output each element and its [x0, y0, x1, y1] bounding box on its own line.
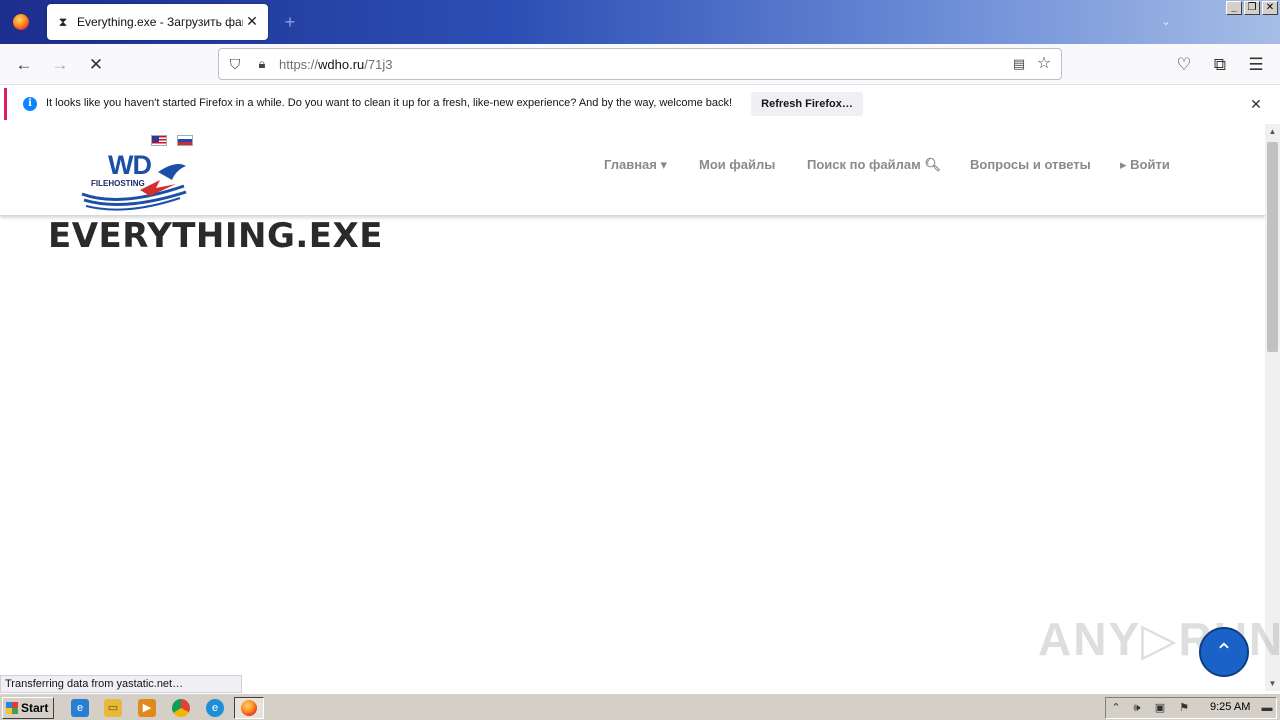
new-tab-icon[interactable]: +	[280, 12, 300, 32]
navigation-toolbar: ← → ✕ ⛉ 🔒︎ https://wdho.ru/71j3 ▤ ☆ ♡ ⧉ …	[0, 44, 1280, 85]
info-icon: i	[23, 97, 37, 111]
tracking-protection-shield-icon[interactable]: ⛉	[227, 56, 243, 72]
extensions-puzzle-icon[interactable]: ⧉	[1209, 54, 1231, 76]
menu-item-file-search[interactable]: Поиск по файлам 🔍︎	[807, 157, 941, 173]
refresh-firefox-button[interactable]: Refresh Firefox…	[751, 92, 863, 116]
list-all-tabs-icon[interactable]: ⌄	[1158, 13, 1174, 29]
pocket-icon[interactable]: ♡	[1173, 54, 1195, 76]
media-player-icon[interactable]: ▶	[138, 699, 156, 717]
logo-main-text: WD	[108, 150, 152, 180]
reader-view-icon[interactable]: ▤	[1011, 56, 1027, 72]
show-desktop-icon[interactable]: ▬	[1260, 701, 1274, 715]
tab-title: Everything.exe - Загрузить файл	[77, 15, 243, 29]
scroll-up-arrow-icon[interactable]: ▲	[1265, 124, 1280, 139]
refresh-firefox-notification: i It looks like you haven't started Fire…	[4, 88, 1276, 120]
restore-button[interactable]: ❐	[1244, 1, 1260, 15]
firefox-icon	[13, 14, 29, 30]
menu-item-home[interactable]: Главная ▾	[604, 157, 667, 173]
language-flags	[151, 135, 193, 146]
stop-loading-icon[interactable]: ✕	[85, 54, 107, 76]
taskbar-clock[interactable]: 9:25 AM	[1210, 701, 1250, 713]
back-to-top-button[interactable]: ⌃	[1199, 627, 1249, 677]
scroll-down-arrow-icon[interactable]: ▼	[1265, 676, 1280, 691]
browser-tab-active[interactable]: ⧗ Everything.exe - Загрузить файл ✕	[47, 4, 268, 40]
file-explorer-icon[interactable]: ▭	[104, 699, 122, 717]
firefox-menu-button[interactable]	[0, 0, 42, 44]
lock-icon[interactable]: 🔒︎	[255, 56, 269, 72]
url-text[interactable]: https://wdho.ru/71j3	[279, 57, 392, 72]
system-tray: ⌃ 🕪︎ ▣ ⚑ 9:25 AM ▬	[1105, 697, 1277, 719]
minimize-button[interactable]: _	[1226, 1, 1242, 15]
browser-titlebar: ⧗ Everything.exe - Загрузить файл ✕ + ⌄ …	[0, 0, 1280, 44]
back-arrow-icon[interactable]: ←	[13, 54, 35, 76]
internet-explorer-icon[interactable]: e	[71, 699, 89, 717]
network-icon[interactable]: ▣	[1153, 701, 1167, 715]
page-title: EVERYTHING.EXE	[48, 216, 383, 256]
loading-hourglass-icon: ⧗	[58, 15, 68, 29]
windows-taskbar: Start e ▭ ▶ e ⌃ 🕪︎ ▣ ⚑ 9:25 AM ▬	[0, 693, 1280, 720]
logo-sub-text: FILEHOSTING	[91, 179, 145, 188]
firefox-taskbar-icon	[241, 700, 257, 716]
window-controls: _ ❐ ✕	[1226, 1, 1278, 15]
chevron-up-icon: ⌃	[1214, 639, 1234, 664]
menu-item-faq[interactable]: Вопросы и ответы	[970, 157, 1091, 172]
edge-icon[interactable]: e	[206, 699, 224, 717]
action-center-flag-icon[interactable]: ⚑	[1177, 701, 1191, 715]
notification-close-icon[interactable]: ✕	[1248, 96, 1264, 112]
scroll-thumb[interactable]	[1267, 142, 1278, 352]
start-button[interactable]: Start	[2, 697, 54, 719]
app-menu-hamburger-icon[interactable]: ☰	[1245, 54, 1267, 76]
start-label: Start	[21, 701, 49, 715]
volume-icon[interactable]: 🕪︎	[1130, 701, 1144, 715]
tab-close-icon[interactable]: ✕	[244, 13, 260, 29]
notification-message: It looks like you haven't started Firefo…	[46, 97, 733, 109]
russian-flag-icon[interactable]	[177, 135, 193, 146]
page-scrollbar[interactable]: ▲ ▼	[1265, 124, 1280, 691]
address-bar[interactable]: ⛉ 🔒︎ https://wdho.ru/71j3 ▤ ☆	[218, 48, 1062, 80]
site-header: WD FILEHOSTING Главная ▾ Мои файлы Поиск…	[0, 124, 1265, 216]
show-hidden-icons-chevron-icon[interactable]: ⌃	[1109, 701, 1123, 715]
site-logo[interactable]: WD FILEHOSTING	[80, 150, 190, 212]
chrome-icon[interactable]	[172, 699, 190, 717]
close-window-button[interactable]: ✕	[1262, 1, 1278, 15]
forward-arrow-icon[interactable]: →	[49, 54, 71, 76]
menu-item-login[interactable]: ▸ Войти	[1120, 157, 1170, 173]
web-page: WD FILEHOSTING Главная ▾ Мои файлы Поиск…	[0, 124, 1265, 691]
menu-item-my-files[interactable]: Мои файлы	[699, 157, 775, 172]
firefox-taskbar-button[interactable]	[234, 697, 264, 719]
bookmark-star-icon[interactable]: ☆	[1035, 55, 1053, 73]
status-bar-text: Transferring data from yastatic.net…	[0, 675, 242, 693]
windows-logo-icon	[6, 702, 18, 714]
english-flag-icon[interactable]	[151, 135, 167, 146]
